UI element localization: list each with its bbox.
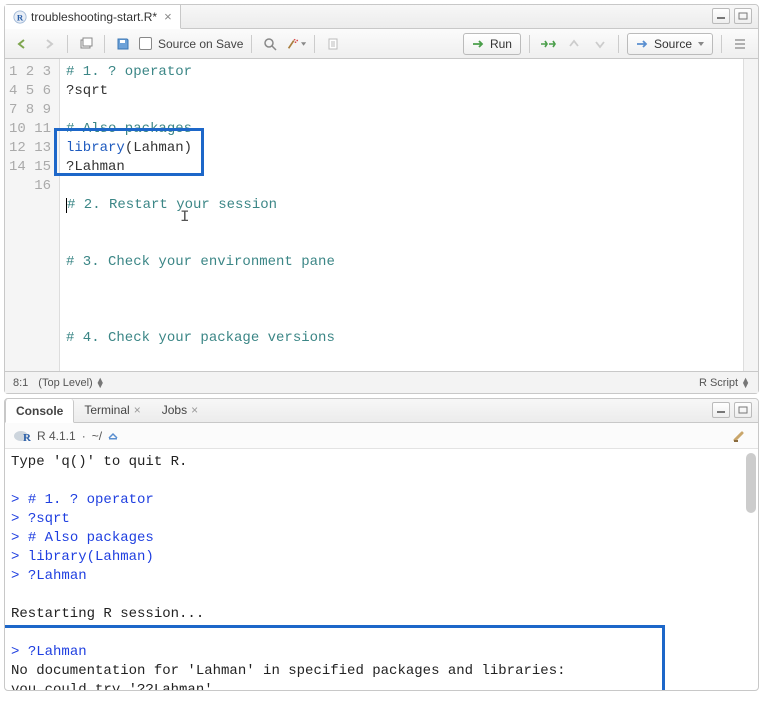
run-button[interactable]: Run (463, 33, 521, 55)
editor-toolbar: Source on Save Run Source (5, 29, 758, 59)
editor-tab[interactable]: R troubleshooting-start.R* × (5, 5, 181, 29)
code-text: ?Lahman (66, 159, 125, 175)
console-pane: Console Terminal × Jobs × R R 4.1.1 · ~/ (4, 398, 759, 691)
dot-sep: · (82, 429, 86, 443)
close-icon[interactable]: × (191, 403, 198, 417)
console-line: library(Lahman) (28, 549, 154, 565)
updown-icon: ▲▼ (96, 378, 105, 388)
maximize-pane-button[interactable] (734, 8, 752, 24)
r-version-label: R 4.1.1 (37, 429, 76, 443)
code-comment: # 2. Restart your session (67, 197, 277, 213)
svg-text:R: R (17, 12, 24, 22)
code-area[interactable]: # 1. ? operator ?sqrt # Also packages li… (60, 59, 758, 371)
line-gutter: 1 2 3 4 5 6 7 8 9 10 11 12 13 14 15 16 (5, 59, 60, 371)
tab-console[interactable]: Console (5, 399, 74, 423)
editor-tab-label: troubleshooting-start.R* (31, 10, 157, 24)
tab-terminal[interactable]: Terminal × (74, 398, 151, 422)
section-down-button[interactable] (590, 34, 610, 54)
find-button[interactable] (260, 34, 280, 54)
pane-window-controls (712, 8, 752, 24)
rerun-button[interactable] (538, 34, 558, 54)
r-file-icon: R (13, 10, 27, 24)
updown-icon: ▲▼ (741, 378, 750, 388)
editor-statusbar: 8:1 (Top Level) ▲▼ R Script ▲▼ (5, 371, 758, 393)
console-infobar: R R 4.1.1 · ~/ (5, 423, 758, 449)
code-comment: # Also packages (66, 121, 192, 137)
close-tab-icon[interactable]: × (164, 9, 172, 24)
console-line: ?sqrt (28, 511, 70, 527)
pane-window-controls (712, 402, 752, 418)
save-button[interactable] (113, 34, 133, 54)
console-line: No documentation for 'Lahman' in specifi… (11, 663, 566, 679)
console-line: Type 'q()' to quit R. (11, 454, 187, 470)
back-button[interactable] (13, 34, 33, 54)
source-button[interactable]: Source (627, 33, 713, 55)
cursor-position: 8:1 (13, 377, 28, 389)
ibeam-cursor-icon: I (180, 208, 190, 227)
maximize-pane-button[interactable] (734, 402, 752, 418)
section-up-button[interactable] (564, 34, 584, 54)
working-dir[interactable]: ~/ (92, 429, 102, 443)
console-line: # Also packages (28, 530, 154, 546)
source-label: Source (654, 37, 692, 51)
console-line: you could try '??Lahman' (11, 682, 213, 690)
code-fn: library (66, 140, 125, 156)
code-text: ?sqrt (66, 83, 108, 99)
code-comment: # 1. ? operator (66, 64, 192, 80)
console-line: ?Lahman (28, 568, 87, 584)
forward-button[interactable] (39, 34, 59, 54)
source-on-save-checkbox[interactable] (139, 37, 152, 50)
console-line: ?Lahman (28, 644, 87, 660)
run-label: Run (490, 37, 512, 51)
editor-tabbar: R troubleshooting-start.R* × (5, 5, 758, 29)
highlight-annotation-console (5, 625, 665, 690)
code-comment: # 3. Check your environment pane (66, 254, 335, 270)
console-line: Restarting R session... (11, 606, 204, 622)
report-button[interactable] (323, 34, 343, 54)
console-tabbar: Console Terminal × Jobs × (5, 399, 758, 423)
wd-popup-icon[interactable] (108, 431, 118, 441)
editor-scrollbar[interactable] (743, 59, 758, 371)
outline-button[interactable] (730, 34, 750, 54)
show-in-new-window-button[interactable] (76, 34, 96, 54)
console-output[interactable]: Type 'q()' to quit R. > # 1. ? operator … (5, 449, 758, 690)
source-on-save-label: Source on Save (158, 37, 243, 51)
svg-text:R: R (23, 432, 31, 444)
console-line: # 1. ? operator (28, 492, 154, 508)
minimize-pane-button[interactable] (712, 8, 730, 24)
tab-jobs[interactable]: Jobs × (152, 398, 209, 422)
minimize-pane-button[interactable] (712, 402, 730, 418)
close-icon[interactable]: × (134, 403, 141, 417)
r-logo-icon: R (13, 428, 31, 444)
clear-console-icon[interactable] (732, 429, 750, 443)
code-tools-button[interactable] (286, 34, 306, 54)
language-selector[interactable]: R Script ▲▼ (699, 377, 750, 389)
scope-selector[interactable]: (Top Level) ▲▼ (38, 377, 104, 389)
console-scrollbar-thumb[interactable] (746, 453, 756, 513)
code-comment: # 4. Check your package versions (66, 330, 335, 346)
source-editor-pane: R troubleshooting-start.R* × (4, 4, 759, 394)
editor-body[interactable]: 1 2 3 4 5 6 7 8 9 10 11 12 13 14 15 16 #… (5, 59, 758, 371)
